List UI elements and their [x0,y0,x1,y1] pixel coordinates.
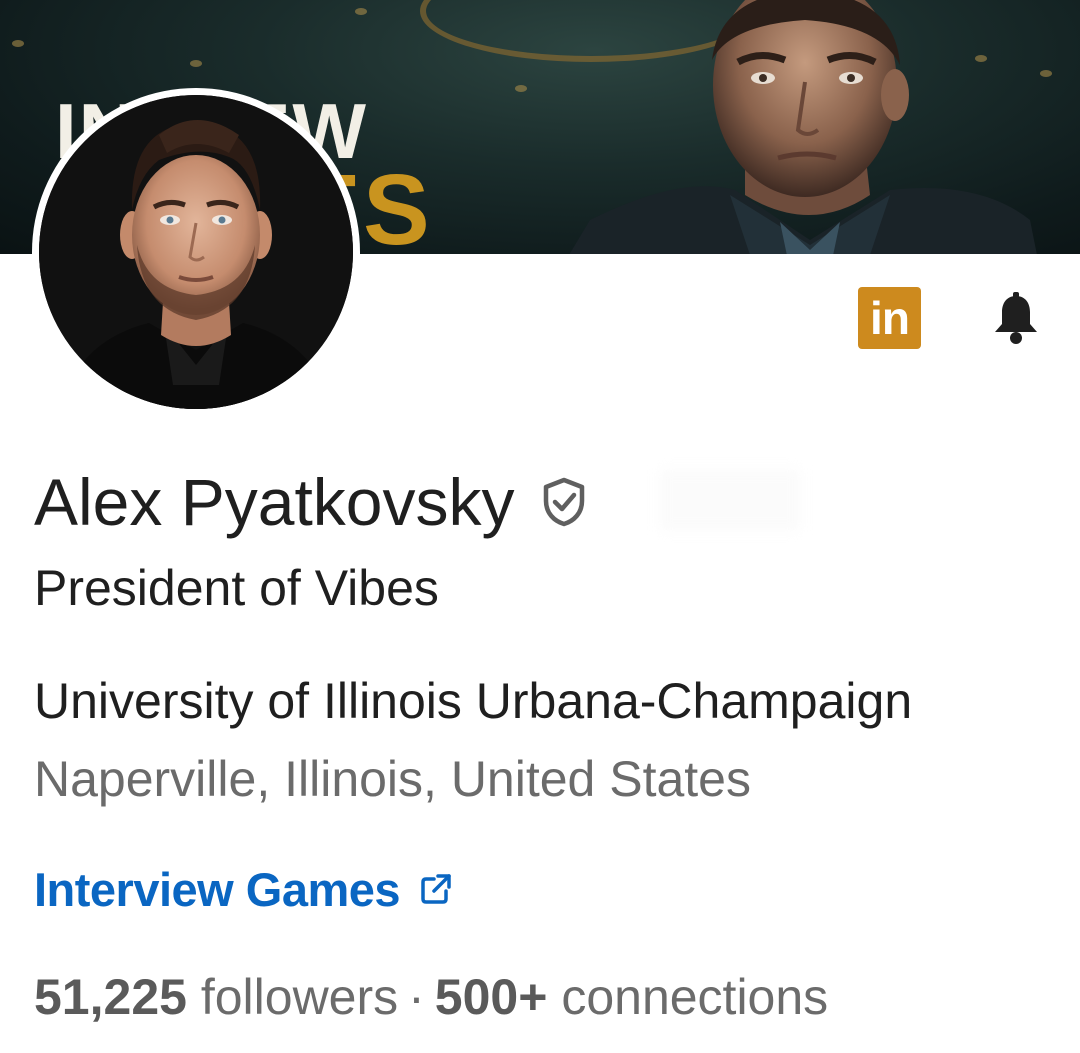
followers-count: 51,225 [34,969,187,1025]
external-link-icon[interactable] [420,873,452,905]
banner-light [12,40,24,47]
profile-location: Naperville, Illinois, United States [34,751,751,807]
banner-light [1040,70,1052,77]
profile-headline: President of Vibes [34,560,439,616]
banner-light [515,85,527,92]
connections-label: connections [561,969,829,1025]
stats-separator: · [408,969,425,1025]
follower-stats[interactable]: 51,225 followers · 500+ connections [34,966,828,1028]
connections-count: 500+ [434,969,548,1025]
banner-light [190,60,202,67]
profile-name: Alex Pyatkovsky [34,465,515,539]
name-row: Alex Pyatkovsky [34,462,587,542]
avatar-photo [39,95,353,409]
website-link[interactable]: Interview Games [34,858,452,920]
bell-icon[interactable] [987,290,1045,348]
banner-man-image [569,0,1037,254]
redacted-pronouns [660,470,800,530]
linkedin-icon[interactable]: in [858,287,921,349]
website-label[interactable]: Interview Games [34,862,401,917]
followers-label: followers [200,969,399,1025]
profile-avatar[interactable] [32,88,360,416]
profile-school[interactable]: University of Illinois Urbana-Champaign [34,670,912,732]
banner-light [355,8,367,15]
shield-check-icon[interactable] [541,477,587,527]
